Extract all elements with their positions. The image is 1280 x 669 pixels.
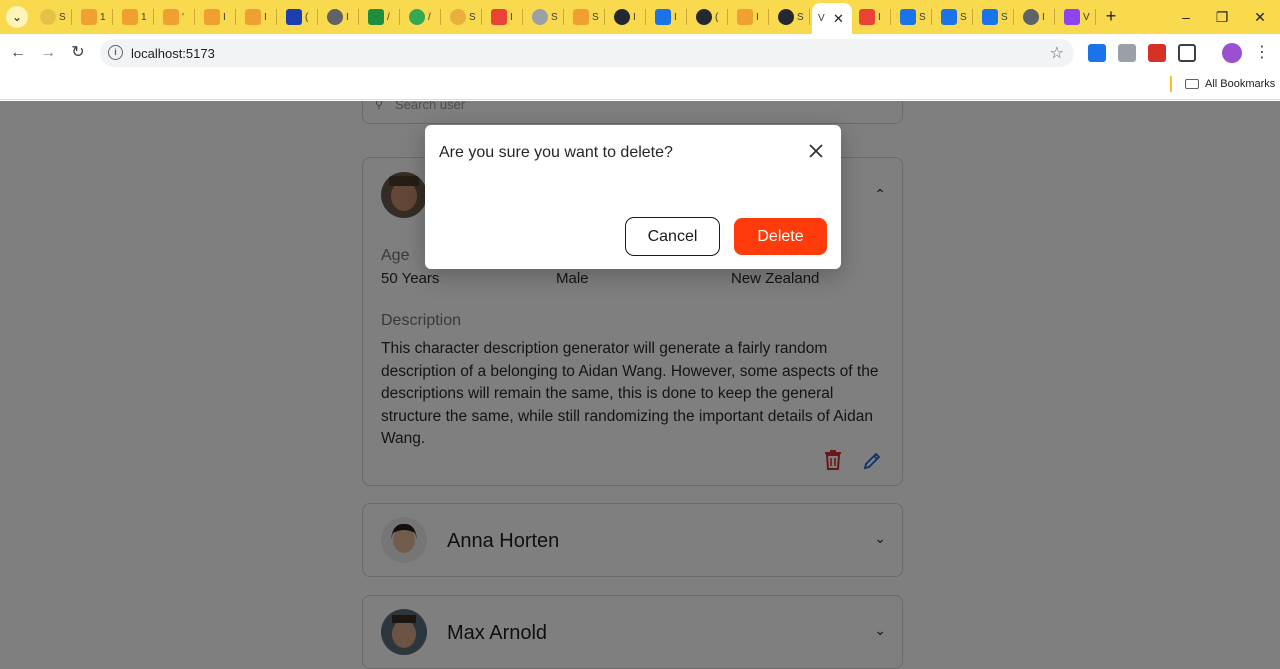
browser-tab[interactable]: I (649, 5, 687, 29)
browser-tab[interactable]: I (198, 5, 236, 29)
devtools-extension-icon[interactable] (1118, 44, 1136, 62)
browser-tab[interactable]: ' (157, 5, 195, 29)
tab-favicon-icon (204, 9, 220, 25)
address-url[interactable]: localhost:5173 (131, 46, 215, 61)
browser-tab[interactable]: S (567, 5, 605, 29)
tab-favicon-icon (409, 9, 425, 25)
close-tab-icon[interactable]: ✕ (833, 11, 844, 27)
tab-favicon-icon (778, 9, 794, 25)
browser-tab[interactable]: / (403, 5, 441, 29)
tab-favicon-icon (491, 9, 507, 25)
tab-favicon-icon (450, 9, 466, 25)
browser-tab[interactable]: I (485, 5, 523, 29)
browser-tab[interactable]: 1 (75, 5, 113, 29)
tab-favicon-icon (696, 9, 712, 25)
tab-favicon-icon (737, 9, 753, 25)
tab-favicon-icon (941, 9, 957, 25)
tab-favicon-icon (900, 9, 916, 25)
browser-tab[interactable]: S (444, 5, 482, 29)
tab-favicon-icon (655, 9, 671, 25)
browser-toolbar: ← → ↻ i localhost:5173 ☆ ⋮ (0, 34, 1280, 72)
browser-tab[interactable]: I (1017, 5, 1055, 29)
tab-favicon-icon (40, 9, 56, 25)
browser-tab[interactable]: ( (690, 5, 728, 29)
cancel-button[interactable]: Cancel (625, 217, 720, 256)
browser-tab[interactable]: S (526, 5, 564, 29)
profile-avatar[interactable] (1222, 43, 1242, 63)
tab-favicon-icon (1064, 9, 1080, 25)
chevron-down-icon: ⌄ (11, 10, 23, 24)
browser-tab[interactable]: 1 (116, 5, 154, 29)
restore-window-icon[interactable]: ❐ (1210, 6, 1234, 28)
minimize-window-icon[interactable]: – (1174, 6, 1198, 28)
address-bar[interactable]: i localhost:5173 ☆ (100, 39, 1074, 67)
browser-tab[interactable]: S (976, 5, 1014, 29)
browser-tab[interactable]: / (362, 5, 400, 29)
tab-favicon-icon (286, 9, 302, 25)
close-window-icon[interactable]: ✕ (1248, 6, 1272, 28)
active-browser-tab[interactable]: V ✕ (812, 3, 852, 34)
bookmarks-bar: All Bookmarks (0, 72, 1280, 100)
more-menu-icon[interactable]: ⋮ (1254, 42, 1270, 62)
close-icon[interactable] (807, 142, 825, 160)
extension-icon[interactable] (1148, 44, 1166, 62)
tab-favicon-icon (163, 9, 179, 25)
browser-tab[interactable]: ( (280, 5, 318, 29)
browser-tab[interactable]: I (608, 5, 646, 29)
browser-tab[interactable]: I (321, 5, 359, 29)
new-tab-button[interactable]: + (1100, 6, 1122, 28)
tab-favicon-icon (327, 9, 343, 25)
browser-tab[interactable]: I (239, 5, 277, 29)
back-arrow-icon[interactable]: ← (6, 41, 30, 65)
puzzle-extensions-icon[interactable] (1178, 44, 1196, 62)
tab-search-button[interactable]: ⌄ (6, 6, 28, 28)
browser-tab[interactable]: S (772, 5, 810, 29)
bookmarks-divider (1170, 76, 1172, 92)
browser-tab[interactable]: I (731, 5, 769, 29)
browser-tab[interactable]: S (34, 5, 72, 29)
folder-icon (1185, 79, 1199, 89)
tab-favicon-icon (573, 9, 589, 25)
tab-favicon-icon (245, 9, 261, 25)
tab-favicon-icon (368, 9, 384, 25)
tab-favicon-icon (81, 9, 97, 25)
forward-arrow-icon[interactable]: → (36, 41, 60, 65)
tab-strip: ⌄ S 1 1 ' I I ( I / / S I S S I I ( I S … (0, 0, 1280, 34)
extension-icon[interactable] (1088, 44, 1106, 62)
tab-favicon-icon (614, 9, 630, 25)
tab-favicon-icon (982, 9, 998, 25)
tab-favicon-icon (122, 9, 138, 25)
delete-confirmation-dialog: Are you sure you want to delete? Cancel … (425, 125, 841, 269)
browser-tab[interactable]: V (1058, 5, 1096, 29)
browser-tab[interactable]: I (853, 5, 891, 29)
dialog-title: Are you sure you want to delete? (439, 144, 673, 161)
delete-button[interactable]: Delete (734, 218, 827, 255)
bookmark-star-icon[interactable]: ☆ (1050, 43, 1064, 63)
tab-favicon-icon (859, 9, 875, 25)
tab-favicon-icon (1023, 9, 1039, 25)
site-info-icon[interactable]: i (108, 45, 123, 60)
all-bookmarks-link[interactable]: All Bookmarks (1205, 78, 1275, 90)
tab-favicon-icon (532, 9, 548, 25)
browser-tab[interactable]: S (894, 5, 932, 29)
browser-tab[interactable]: S (935, 5, 973, 29)
reload-icon[interactable]: ↻ (66, 41, 90, 65)
